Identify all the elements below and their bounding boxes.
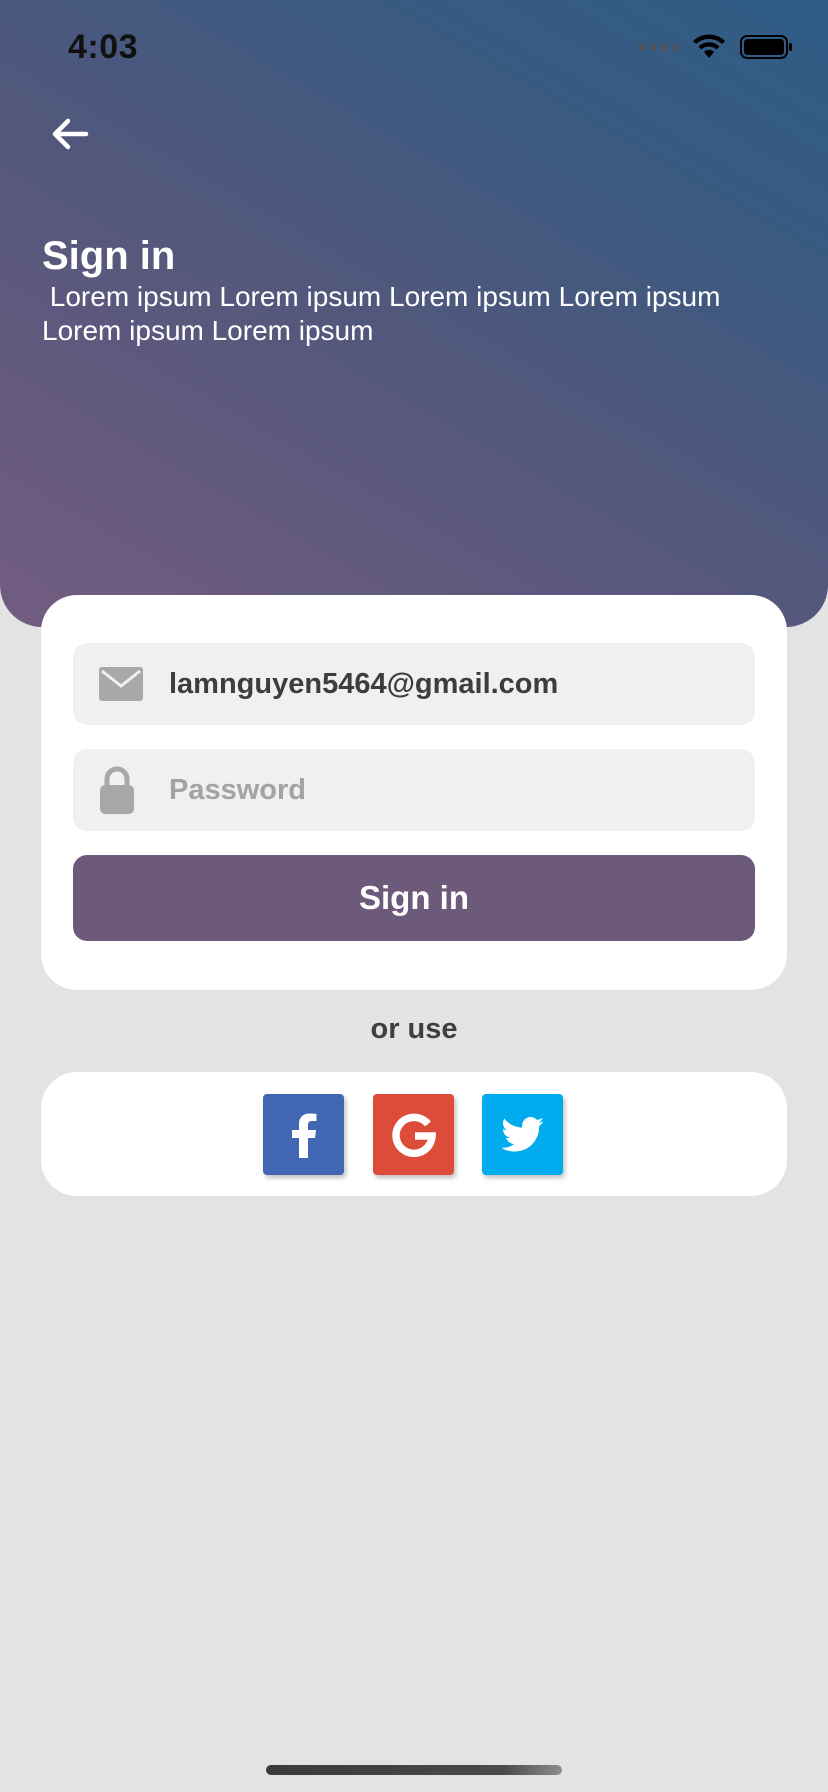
- arrow-left-icon: [52, 118, 89, 150]
- page-title: Sign in: [42, 234, 176, 278]
- or-use-label: or use: [370, 1013, 458, 1045]
- wifi-icon: [693, 34, 725, 58]
- envelope-icon: [99, 667, 143, 701]
- email-input[interactable]: [169, 643, 729, 725]
- battery-icon: [740, 35, 792, 59]
- status-time: 4:03: [68, 28, 139, 66]
- twitter-icon: [500, 1116, 544, 1152]
- back-button[interactable]: [40, 106, 100, 162]
- facebook-icon: [291, 1113, 316, 1158]
- google-icon: [391, 1113, 436, 1157]
- page-subtitle: Lorem ipsum Lorem ipsum Lorem ipsum Lore…: [42, 281, 721, 346]
- home-indicator: [266, 1765, 562, 1775]
- twitter-button[interactable]: [482, 1094, 563, 1175]
- signin-card: Sign in: [41, 595, 787, 990]
- password-input[interactable]: [169, 749, 729, 831]
- password-field[interactable]: [73, 749, 755, 831]
- cellular-dots-icon: [638, 43, 678, 51]
- status-icons: [638, 34, 794, 60]
- facebook-button[interactable]: [263, 1094, 344, 1175]
- email-field[interactable]: [73, 643, 755, 725]
- signin-button[interactable]: Sign in: [73, 855, 755, 941]
- lock-icon: [99, 766, 135, 814]
- social-login-card: [41, 1072, 787, 1196]
- google-button[interactable]: [373, 1094, 454, 1175]
